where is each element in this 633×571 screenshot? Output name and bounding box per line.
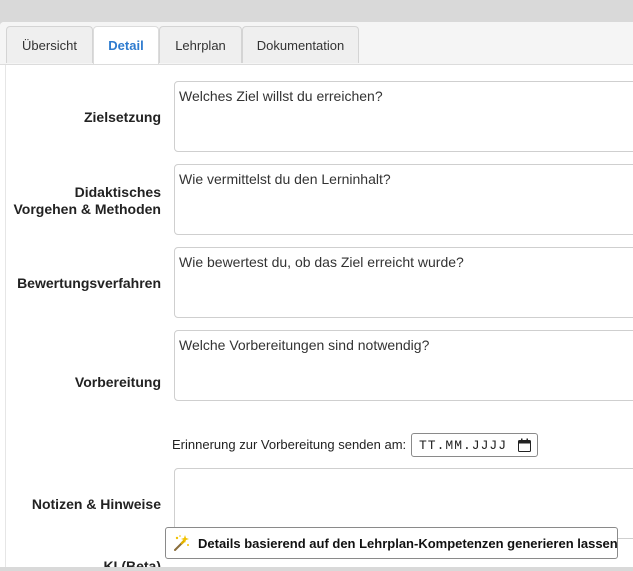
- tab-dokumentation[interactable]: Dokumentation: [242, 26, 359, 63]
- didaktik-label-line1: Didaktisches: [74, 184, 161, 200]
- tab-bar: Übersicht Detail Lehrplan Dokumentation: [0, 22, 633, 65]
- didaktik-label-line2: Vorgehen & Methoden: [13, 201, 161, 217]
- generate-details-label: Details basierend auf den Lehrplan-Kompe…: [198, 535, 618, 551]
- date-placeholder: TT.MM.JJJJ: [419, 437, 508, 453]
- tab-lehrplan[interactable]: Lehrplan: [159, 26, 242, 63]
- notizen-label: Notizen & Hinweise: [31, 496, 161, 512]
- calendar-icon[interactable]: [518, 438, 531, 456]
- tab-detail[interactable]: Detail: [93, 26, 159, 64]
- reminder-label: Erinnerung zur Vorbereitung senden am:: [172, 437, 407, 452]
- lesson-editor-panel: Übersicht Detail Lehrplan Dokumentation …: [0, 22, 633, 567]
- vorbereitung-textarea[interactable]: [174, 330, 633, 401]
- detail-form: Zielsetzung Didaktisches Vorgehen & Meth…: [5, 65, 633, 567]
- bewertung-textarea[interactable]: [174, 247, 633, 318]
- didaktik-textarea[interactable]: [174, 164, 633, 235]
- bewertung-label: Bewertungsverfahren: [17, 275, 161, 291]
- zielsetzung-label: Zielsetzung: [83, 109, 161, 125]
- magic-wand-icon: [172, 534, 190, 552]
- vorbereitung-label: Vorbereitung: [74, 374, 161, 390]
- didaktik-label: Didaktisches Vorgehen & Methoden: [13, 184, 161, 218]
- reminder-date-input[interactable]: TT.MM.JJJJ: [411, 433, 538, 457]
- zielsetzung-textarea[interactable]: [174, 81, 633, 152]
- tab-uebersicht[interactable]: Übersicht: [6, 26, 93, 63]
- generate-details-button[interactable]: Details basierend auf den Lehrplan-Kompe…: [165, 527, 618, 559]
- ki-label: KI (Beta): [103, 558, 161, 567]
